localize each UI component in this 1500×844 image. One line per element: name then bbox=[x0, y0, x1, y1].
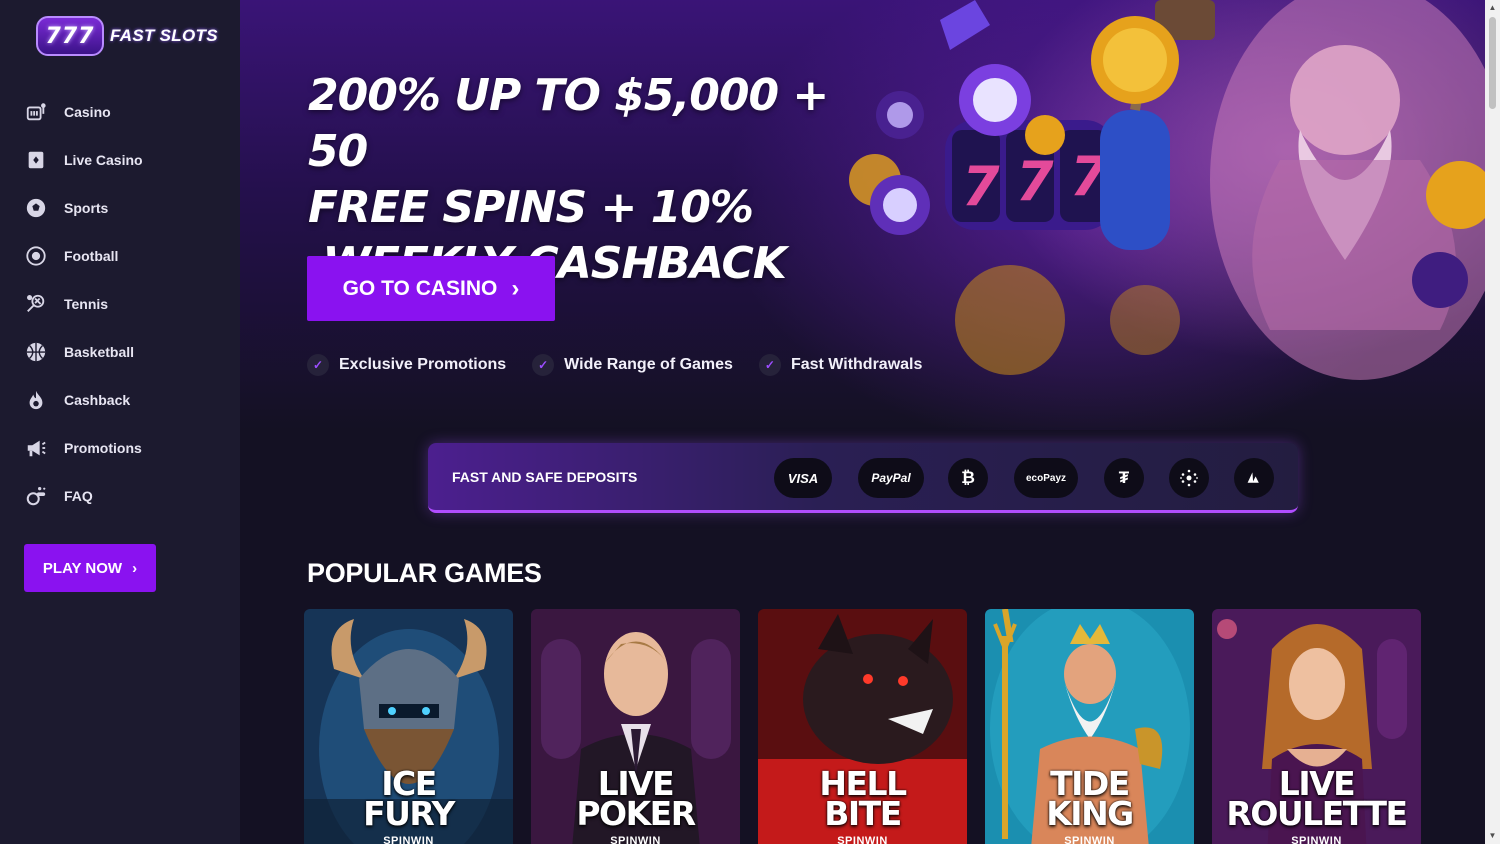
faq-icon bbox=[24, 484, 48, 508]
promotions-icon bbox=[24, 436, 48, 460]
sidebar-item-label: Tennis bbox=[64, 296, 109, 312]
feature-label: Exclusive Promotions bbox=[339, 356, 507, 373]
sidebar-item-label: Sports bbox=[64, 200, 109, 216]
tennis-icon bbox=[24, 292, 48, 316]
popular-games-title: POPULAR GAMES bbox=[307, 558, 542, 588]
go-to-casino-label: GO TO CASINO bbox=[342, 276, 498, 300]
scroll-down-icon[interactable]: ▼ bbox=[1488, 832, 1497, 840]
game-title: HELL BITE bbox=[819, 764, 907, 833]
visa-icon: VISA bbox=[774, 458, 832, 498]
sidebar-item-basketball[interactable]: Basketball bbox=[0, 328, 240, 376]
hero-title-line: 200% UP TO $5,000 + 50 bbox=[308, 70, 829, 177]
game-card[interactable]: ICE FURY SPINWIN bbox=[304, 609, 513, 844]
scrollbar-thumb[interactable] bbox=[1489, 17, 1496, 109]
game-provider: SPINWIN bbox=[1291, 835, 1342, 844]
sidebar-item-cashback[interactable]: Cashback bbox=[0, 376, 240, 424]
sidebar-item-faq[interactable]: FAQ bbox=[0, 472, 240, 520]
ecopayz-icon: ecoPayz bbox=[1014, 458, 1078, 498]
hero-title-line: FREE SPINS + 10% bbox=[308, 182, 754, 233]
deposits-title: FAST AND SAFE DEPOSITS bbox=[452, 468, 638, 485]
game-title: TIDE KING bbox=[1046, 764, 1134, 833]
play-now-button[interactable]: PLAY NOW › bbox=[24, 544, 156, 592]
page-scrollbar[interactable]: ▲ ▼ bbox=[1485, 0, 1500, 844]
game-title: LIVE ROULETTE bbox=[1226, 764, 1408, 833]
payment-methods: VISA PayPal ₿ ecoPayz ₮ bbox=[774, 458, 1274, 498]
svg-text:7: 7 bbox=[1016, 150, 1054, 213]
sidebar-item-football[interactable]: Football bbox=[0, 232, 240, 280]
scroll-up-icon[interactable]: ▲ bbox=[1488, 4, 1497, 12]
paypal-icon: PayPal bbox=[858, 458, 924, 498]
game-provider: SPINWIN bbox=[383, 835, 434, 844]
sidebar-item-label: FAQ bbox=[64, 488, 93, 504]
sidebar-item-casino[interactable]: Casino bbox=[0, 88, 240, 136]
game-title: LIVE POKER bbox=[576, 764, 696, 833]
sidebar-item-tennis[interactable]: Tennis bbox=[0, 280, 240, 328]
logo-badge: 777 bbox=[36, 16, 104, 56]
chevron-right-icon: › bbox=[132, 559, 138, 577]
feature-item: ✓ Fast Withdrawals bbox=[758, 354, 923, 376]
bitcoin-icon: ₿ bbox=[948, 458, 988, 498]
game-title: ICE FURY bbox=[363, 764, 455, 833]
casino-icon bbox=[24, 100, 48, 124]
sports-icon bbox=[24, 196, 48, 220]
svg-text:7: 7 bbox=[962, 155, 1000, 218]
live-casino-icon bbox=[24, 148, 48, 172]
logo-text: FAST SLOTS bbox=[110, 26, 218, 45]
sidebar-item-live-casino[interactable]: Live Casino bbox=[0, 136, 240, 184]
tether-icon: ₮ bbox=[1104, 458, 1144, 498]
deposits-bar: FAST AND SAFE DEPOSITS VISA PayPal ₿ eco… bbox=[428, 443, 1298, 513]
sidebar-item-sports[interactable]: Sports bbox=[0, 184, 240, 232]
game-provider: SPINWIN bbox=[1064, 835, 1115, 844]
game-card[interactable]: LIVE POKER SPINWIN bbox=[531, 609, 740, 844]
go-to-casino-button[interactable]: GO TO CASINO › bbox=[307, 256, 555, 321]
game-provider: SPINWIN bbox=[610, 835, 661, 844]
sidebar-item-label: Cashback bbox=[64, 392, 131, 408]
sidebar: 777 FAST SLOTS Casino Live Casino Sports bbox=[0, 0, 240, 844]
feature-list: ✓ Exclusive Promotions ✓ Wide Range of G… bbox=[307, 354, 922, 376]
game-card[interactable]: TIDE KING SPINWIN bbox=[985, 609, 1194, 844]
games-row: ICE FURY SPINWIN LIVE POKER SPINWIN HELL… bbox=[304, 609, 1421, 844]
feature-label: Fast Withdrawals bbox=[790, 356, 923, 373]
feature-item: ✓ Exclusive Promotions bbox=[307, 354, 506, 376]
sidebar-item-label: Basketball bbox=[64, 344, 135, 360]
basketball-icon bbox=[24, 340, 48, 364]
brand-logo[interactable]: 777 FAST SLOTS bbox=[36, 14, 218, 58]
cardano-icon bbox=[1169, 458, 1209, 498]
sidebar-item-label: Casino bbox=[64, 104, 111, 120]
check-icon: ✓ bbox=[758, 354, 781, 376]
game-card[interactable]: LIVE ROULETTE SPINWIN bbox=[1212, 609, 1421, 844]
game-provider: SPINWIN bbox=[837, 835, 888, 844]
sidebar-item-label: Promotions bbox=[64, 440, 142, 456]
feature-label: Wide Range of Games bbox=[564, 356, 733, 373]
sidebar-item-promotions[interactable]: Promotions bbox=[0, 424, 240, 472]
sidebar-nav: Casino Live Casino Sports Football Tenni… bbox=[0, 88, 240, 520]
sidebar-item-label: Football bbox=[64, 248, 119, 264]
chevron-right-icon: › bbox=[511, 274, 520, 302]
play-now-label: PLAY NOW bbox=[42, 559, 123, 577]
check-icon: ✓ bbox=[307, 354, 329, 376]
game-card[interactable]: HELL BITE SPINWIN bbox=[758, 609, 967, 844]
cashback-icon bbox=[24, 388, 48, 412]
avalanche-icon bbox=[1234, 458, 1274, 498]
check-icon: ✓ bbox=[532, 354, 555, 376]
hero-illustration: 7 7 7 bbox=[849, 0, 1485, 380]
main-content: 7 7 7 200% UP TO $5,000 + 50 FREE SPINS … bbox=[240, 0, 1485, 844]
football-icon bbox=[24, 244, 48, 268]
feature-item: ✓ Wide Range of Games bbox=[532, 354, 733, 376]
sidebar-item-label: Live Casino bbox=[64, 152, 143, 168]
